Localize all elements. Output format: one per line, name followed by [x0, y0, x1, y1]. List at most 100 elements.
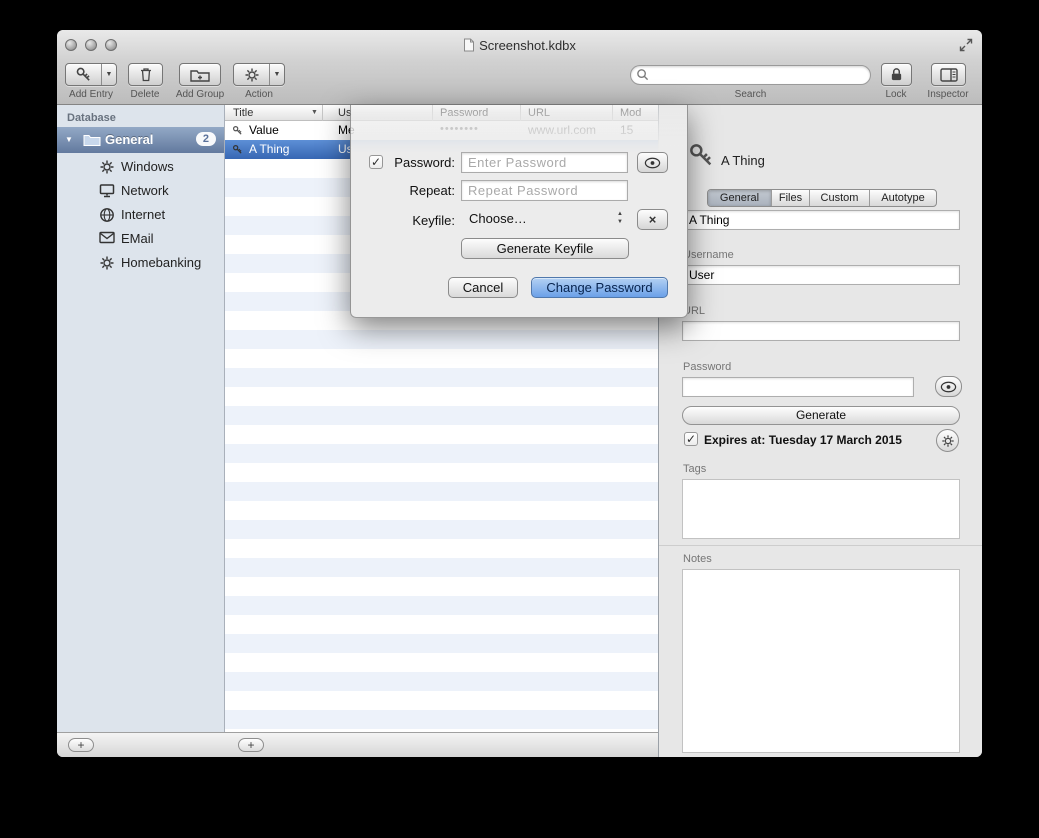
change-password-button[interactable]: Change Password	[531, 277, 668, 298]
sheet-repeat-input[interactable]	[461, 180, 628, 201]
chevron-down-icon[interactable]: ▼	[102, 64, 116, 85]
username-field[interactable]	[682, 265, 960, 285]
chevron-down-icon[interactable]: ▼	[270, 64, 284, 85]
tab-custom[interactable]: Custom	[810, 190, 870, 206]
entry-list-add-button[interactable]: +	[238, 738, 264, 752]
delete-button[interactable]	[128, 63, 163, 86]
window-title: Screenshot.kdbx	[57, 38, 982, 53]
inspector-icon	[940, 68, 958, 82]
add-entry-label: Add Entry	[59, 89, 123, 100]
sheet-reveal-password-button[interactable]	[637, 152, 668, 173]
reveal-password-button[interactable]	[935, 376, 962, 397]
search-icon	[636, 68, 649, 81]
section-divider	[659, 545, 982, 546]
tab-general[interactable]: General	[708, 190, 772, 206]
change-password-sheet: ✓ Password: Repeat: Keyfile: Choose… ▲▼ …	[350, 105, 688, 318]
lock-icon	[890, 67, 903, 82]
notes-field[interactable]	[682, 569, 960, 753]
sidebar-item-label: Internet	[121, 207, 165, 222]
expires-checkbox[interactable]: ✓	[684, 432, 698, 446]
window-chrome: Screenshot.kdbx ▼ Add Entry Delete Add G…	[57, 30, 982, 105]
add-entry-button[interactable]: ▼	[65, 63, 117, 86]
inspector-panel: A Thing General Files Custom Autotype Us…	[658, 105, 982, 757]
trash-icon	[138, 66, 154, 83]
lock-button[interactable]	[881, 63, 912, 86]
cell-title: Value	[249, 123, 279, 137]
username-label: Username	[683, 249, 734, 261]
sidebar-item-label: EMail	[121, 231, 154, 246]
envelope-icon	[99, 231, 115, 249]
generate-password-button[interactable]: Generate	[682, 406, 960, 425]
stepper-icon: ▲▼	[614, 210, 626, 226]
expires-label: Expires at: Tuesday 17 March 2015	[704, 433, 902, 447]
sheet-keyfile-label: Keyfile:	[361, 211, 455, 231]
key-icon	[66, 64, 102, 85]
sidebar: Database ▼ General 2 Windows Network Int…	[57, 105, 225, 732]
generate-keyfile-button[interactable]: Generate Keyfile	[461, 238, 629, 259]
inspector-button[interactable]	[931, 63, 966, 86]
sidebar-section-header: Database	[67, 112, 116, 124]
content-area: Database ▼ General 2 Windows Network Int…	[57, 105, 982, 757]
search-input[interactable]	[630, 65, 871, 85]
sidebar-item-email[interactable]: EMail	[57, 227, 224, 251]
tab-autotype[interactable]: Autotype	[870, 190, 936, 206]
keyfile-popup-value: Choose…	[469, 211, 527, 226]
app-window: Screenshot.kdbx ▼ Add Entry Delete Add G…	[57, 30, 982, 757]
keyfile-popup[interactable]: Choose… ▲▼	[461, 209, 629, 230]
url-field[interactable]	[682, 321, 960, 341]
action-button[interactable]: ▼	[233, 63, 285, 86]
tab-files[interactable]: Files	[772, 190, 810, 206]
lock-label: Lock	[866, 89, 926, 100]
gear-icon	[941, 434, 955, 448]
gear-icon	[234, 64, 270, 85]
title-field[interactable]	[682, 210, 960, 230]
inspector-label: Inspector	[918, 89, 978, 100]
cell-title: A Thing	[249, 142, 289, 156]
column-header-title[interactable]: Title	[233, 107, 253, 119]
sidebar-item-homebanking[interactable]: Homebanking	[57, 251, 224, 275]
add-group-icon	[190, 67, 210, 83]
tags-label: Tags	[683, 463, 706, 475]
gear-icon	[99, 159, 115, 180]
disclosure-triangle-icon[interactable]: ▼	[65, 135, 73, 144]
sheet-password-input[interactable]	[461, 152, 628, 173]
tags-field[interactable]	[682, 479, 960, 539]
sidebar-group-general[interactable]: ▼ General 2	[57, 127, 224, 153]
password-label: Password	[683, 361, 731, 373]
folder-icon	[83, 132, 101, 152]
sidebar-item-internet[interactable]: Internet	[57, 203, 224, 227]
sidebar-item-label: Network	[121, 183, 169, 198]
sidebar-item-label: Windows	[121, 159, 174, 174]
expiry-options-button[interactable]	[936, 429, 959, 452]
sheet-repeat-label: Repeat:	[361, 181, 455, 201]
inspector-tabs: General Files Custom Autotype	[707, 189, 937, 207]
search-label: Search	[630, 89, 871, 100]
add-group-label: Add Group	[170, 89, 230, 100]
eye-icon	[644, 157, 661, 169]
entry-count-badge: 2	[196, 132, 216, 146]
add-group-button[interactable]	[179, 63, 221, 86]
clear-keyfile-button[interactable]: ×	[637, 209, 668, 230]
sidebar-group-label: General	[105, 132, 153, 147]
eye-icon	[940, 381, 957, 393]
notes-label: Notes	[683, 553, 712, 565]
password-field[interactable]	[682, 377, 914, 397]
gear-icon	[99, 255, 115, 276]
action-label: Action	[229, 89, 289, 100]
display-icon	[99, 183, 115, 203]
globe-icon	[99, 207, 115, 228]
sidebar-item-label: Homebanking	[121, 255, 201, 270]
sheet-password-label: Password:	[361, 153, 455, 173]
fullscreen-icon[interactable]	[959, 38, 973, 52]
sort-desc-icon: ▼	[311, 109, 318, 116]
cancel-button[interactable]: Cancel	[448, 277, 518, 298]
bottom-bar: + +	[57, 732, 658, 757]
key-icon	[232, 125, 243, 139]
sidebar-item-windows[interactable]: Windows	[57, 155, 224, 179]
key-icon	[687, 141, 715, 174]
key-icon	[232, 144, 243, 158]
sidebar-item-network[interactable]: Network	[57, 179, 224, 203]
document-icon	[463, 38, 475, 52]
sidebar-add-group-button[interactable]: +	[68, 738, 94, 752]
search-field-wrap	[630, 65, 871, 85]
